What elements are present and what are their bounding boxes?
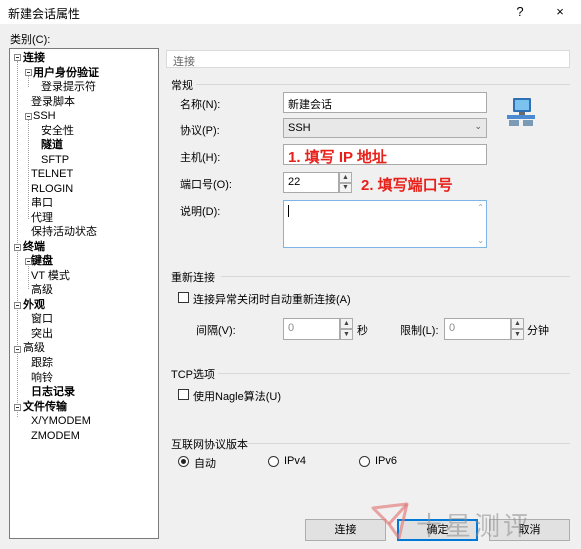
general-group-title: 常规	[171, 80, 193, 92]
interval-label: 间隔(V):	[196, 325, 236, 337]
tree-item-keepalive[interactable]: 保持活动状态	[31, 225, 97, 239]
tree-item-bell[interactable]: 响铃	[31, 371, 53, 385]
collapse-icon[interactable]	[14, 54, 21, 61]
tree-item-ssh[interactable]: SSH	[33, 109, 56, 123]
divider	[218, 373, 570, 374]
port-input[interactable]: 22	[283, 172, 339, 193]
tree-item-advanced[interactable]: 高级	[23, 341, 45, 355]
reconnect-group-title: 重新连接	[171, 272, 215, 284]
divider	[246, 443, 570, 444]
nagle-label: 使用Nagle算法(U)	[193, 391, 282, 403]
collapse-icon[interactable]	[14, 346, 21, 353]
tcp-group-title: TCP选项	[171, 369, 215, 381]
ipv6-radio[interactable]	[359, 456, 370, 467]
category-label: 类别(C):	[10, 34, 51, 46]
tree-item-user-auth[interactable]: 用户身份验证	[33, 66, 99, 80]
tree-item-appearance[interactable]: 外观	[23, 298, 45, 312]
scroll-up-icon[interactable]: ⌃	[477, 203, 484, 212]
port-annotation: 2. 填写端口号	[361, 177, 453, 194]
tree-item-window[interactable]: 窗口	[31, 312, 53, 326]
protocol-value: SSH	[288, 122, 311, 134]
collapse-icon[interactable]	[14, 404, 21, 411]
watermark-text: 十星测评	[416, 511, 533, 541]
limit-down-arrow-icon[interactable]: ▼	[511, 329, 524, 340]
close-button[interactable]: ×	[545, 3, 575, 21]
tree-item-rlogin[interactable]: RLOGIN	[31, 182, 73, 196]
window-title: 新建会话属性	[8, 7, 81, 21]
description-textarea[interactable]: ⌃ ⌄	[283, 200, 487, 248]
interval-input[interactable]: 0	[283, 318, 340, 340]
ipv4-label: IPv4	[284, 455, 307, 467]
name-label: 名称(N):	[180, 99, 221, 111]
tree-item-terminal-advanced[interactable]: 高级	[31, 283, 53, 297]
tree-guide	[17, 61, 18, 417]
tree-item-proxy[interactable]: 代理	[31, 211, 53, 225]
collapse-icon[interactable]	[14, 302, 21, 309]
divider	[196, 84, 570, 85]
limit-up-arrow-icon[interactable]: ▲	[511, 318, 524, 329]
name-input[interactable]: 新建会话	[283, 92, 487, 113]
collapse-icon[interactable]	[25, 113, 32, 120]
host-label: 主机(H):	[180, 152, 221, 164]
divider	[221, 276, 570, 277]
session-computer-icon	[507, 98, 535, 126]
tree-item-telnet[interactable]: TELNET	[31, 167, 73, 181]
tree-item-keyboard[interactable]: 键盘	[31, 254, 53, 268]
protocol-label: 协议(P):	[180, 125, 220, 137]
tree-item-sftp[interactable]: SFTP	[41, 153, 69, 167]
interval-value: 0	[288, 322, 295, 334]
port-down-arrow-icon[interactable]: ▼	[339, 183, 352, 193]
auto-reconnect-checkbox[interactable]	[178, 292, 189, 303]
tree-item-vt-mode[interactable]: VT 模式	[31, 269, 70, 283]
tree-item-login-prompt[interactable]: 登录提示符	[41, 80, 96, 94]
tree-guide	[28, 75, 29, 87]
interval-down-arrow-icon[interactable]: ▼	[340, 329, 353, 340]
tree-item-connection[interactable]: 连接	[23, 51, 45, 65]
ip-version-group-title: 互联网协议版本	[171, 439, 248, 451]
category-tree[interactable]: 连接 用户身份验证 登录提示符 登录脚本 SSH 安全性 隧道 SFTP TEL…	[9, 48, 159, 539]
tree-item-trace[interactable]: 跟踪	[31, 356, 53, 370]
chevron-down-icon: ⌄	[474, 121, 482, 131]
tree-item-zmodem[interactable]: ZMODEM	[31, 429, 80, 443]
name-value: 新建会话	[288, 99, 332, 111]
tree-item-security[interactable]: 安全性	[41, 124, 74, 138]
limit-value: 0	[449, 322, 456, 334]
ip-auto-radio[interactable]	[178, 456, 189, 467]
help-button[interactable]: ?	[505, 3, 535, 21]
limit-label: 限制(L):	[400, 325, 439, 337]
port-value: 22	[288, 176, 301, 188]
interval-up-arrow-icon[interactable]: ▲	[340, 318, 353, 329]
tree-item-file-transfer[interactable]: 文件传输	[23, 400, 67, 414]
tree-item-highlight[interactable]: 突出	[31, 327, 53, 341]
ipv6-label: IPv6	[375, 455, 398, 467]
tree-guide	[28, 119, 29, 219]
protocol-select[interactable]: SSH ⌄	[283, 118, 487, 138]
limit-input[interactable]: 0	[444, 318, 511, 340]
auto-reconnect-label: 连接异常关闭时自动重新连接(A)	[193, 294, 351, 306]
section-header: 连接	[166, 50, 570, 68]
text-cursor	[288, 205, 289, 217]
description-label: 说明(D):	[180, 206, 221, 218]
section-header-text: 连接	[173, 56, 195, 68]
tree-item-tunnel[interactable]: 隧道	[41, 138, 63, 152]
limit-unit: 分钟	[527, 325, 549, 337]
scroll-down-icon[interactable]: ⌄	[477, 236, 484, 245]
nagle-checkbox[interactable]	[178, 389, 189, 400]
watermark-logo-icon	[371, 502, 409, 540]
tree-guide	[28, 263, 29, 289]
port-up-arrow-icon[interactable]: ▲	[339, 172, 352, 183]
collapse-icon[interactable]	[25, 69, 32, 76]
tree-item-logging[interactable]: 日志记录	[31, 385, 75, 399]
host-annotation: 1. 填写 IP 地址	[288, 149, 387, 166]
title-bar	[0, 0, 581, 24]
ipv4-radio[interactable]	[268, 456, 279, 467]
interval-unit: 秒	[357, 325, 368, 337]
tree-item-serial[interactable]: 串口	[31, 196, 53, 210]
tree-item-terminal[interactable]: 终端	[23, 240, 45, 254]
port-label: 端口号(O):	[180, 179, 232, 191]
collapse-icon[interactable]	[14, 244, 21, 251]
tree-item-xymodem[interactable]: X/YMODEM	[31, 414, 91, 428]
ip-auto-label: 自动	[194, 458, 216, 470]
tree-item-login-script[interactable]: 登录脚本	[31, 95, 75, 109]
